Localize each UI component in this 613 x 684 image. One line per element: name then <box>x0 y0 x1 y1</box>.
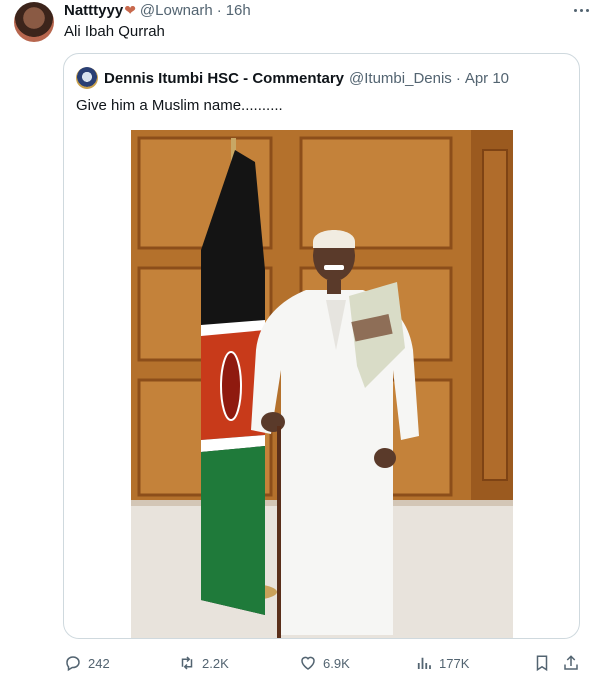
tweet-time[interactable]: 16h <box>226 2 251 19</box>
views-button[interactable]: 177K <box>415 652 469 674</box>
tweet-actions: 242 2.2K 6.9K 177K <box>64 652 584 674</box>
reply-count: 242 <box>88 655 110 671</box>
quote-text: Give him a Muslim name.......... <box>76 97 283 114</box>
quote-author-handle[interactable]: @Itumbi_Denis <box>349 70 452 87</box>
quoted-tweet[interactable]: Dennis Itumbi HSC - Commentary @Itumbi_D… <box>63 53 580 639</box>
separator-dot: · <box>216 1 222 19</box>
retweet-icon <box>181 656 193 670</box>
bookmark-icon[interactable] <box>533 654 551 672</box>
share-icon[interactable] <box>562 654 580 672</box>
separator-dot: · <box>455 69 461 87</box>
author-handle[interactable]: @Lownarh <box>140 2 213 19</box>
tweet-text: Ali Ibah Qurrah <box>64 23 165 40</box>
views-icon <box>417 657 431 669</box>
like-icon <box>301 656 315 670</box>
retweet-count: 2.2K <box>202 655 229 671</box>
heart-emoji: ❤ <box>124 1 136 18</box>
reply-button[interactable]: 242 <box>64 652 110 674</box>
tweet-header: Natttyyy ❤ @Lownarh · 16h <box>64 0 251 20</box>
like-count: 6.9K <box>323 655 350 671</box>
quote-author-avatar[interactable] <box>76 67 98 89</box>
quote-author-name[interactable]: Dennis Itumbi HSC - Commentary <box>104 70 344 87</box>
retweet-button[interactable]: 2.2K <box>178 652 229 674</box>
quote-date[interactable]: Apr 10 <box>465 70 509 87</box>
views-count: 177K <box>439 655 470 671</box>
author-name[interactable]: Natttyyy <box>64 2 123 19</box>
quote-header: Dennis Itumbi HSC - Commentary @Itumbi_D… <box>76 67 509 89</box>
more-icon[interactable] <box>574 0 589 20</box>
reply-icon <box>66 656 80 672</box>
like-button[interactable]: 6.9K <box>299 652 350 674</box>
author-avatar[interactable] <box>14 2 54 42</box>
quote-photo[interactable] <box>131 130 513 638</box>
